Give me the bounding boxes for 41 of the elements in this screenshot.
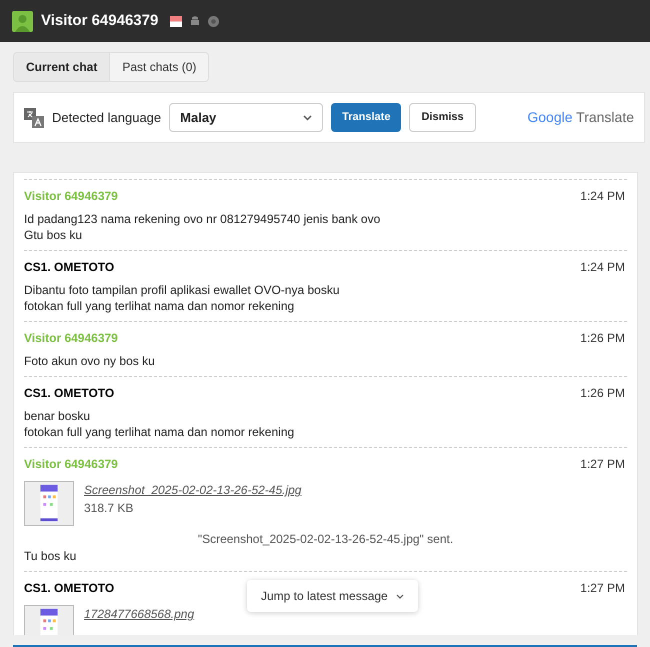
message-text: benar bosku [24,408,90,424]
browser-icon [208,16,220,26]
language-select[interactable]: Malay [169,103,324,132]
message-text: Foto akun ovo ny bos ku [24,353,155,369]
sender-name: Visitor 64946379 [24,456,118,473]
file-link[interactable]: Screenshot_2025-02-02-13-26-52-45.jpg [84,481,302,499]
chevron-down-icon [396,594,404,598]
sender-name: CS1. OMETOTO [24,259,114,276]
dismiss-button[interactable]: Dismiss [409,103,476,132]
file-size: 318.7 KB [84,500,134,517]
message-text: Gtu bos ku [24,227,82,243]
message-text: Id padang123 nama rekening ovo nr 081279495740 jenis bank ovo [24,211,380,227]
sender-name: Visitor 64946379 [24,330,118,347]
sender-name: CS1. OMETOTO [24,580,114,597]
tab[interactable]: Current chat [13,52,110,82]
translate-icon [24,108,44,128]
message-text: fotokan full yang terlihat nama dan nomor rekening [24,298,294,314]
sender-name: CS1. OMETOTO [24,385,114,402]
image-thumbnail-icon[interactable] [24,481,74,526]
jump-to-latest-button[interactable]: Jump to latest message [247,580,418,612]
android-icon [190,16,200,26]
google-translate-logo: Google Translate [527,108,634,127]
message-time: 1:27 PM [580,456,625,473]
file-sent-notice: "Screenshot_2025-02-02-13-26-52-45.jpg" sent. [198,532,454,546]
chevron-down-icon [303,114,312,120]
detected-language-label: Detected language [52,108,162,127]
file-link[interactable]: 1728477668568.png [84,605,194,623]
message-text: Tu bos ku [24,548,76,564]
message-time: 1:26 PM [580,385,625,402]
message-text: fotokan full yang terlihat nama dan nomor rekening [24,424,294,440]
translate-button[interactable]: Translate [331,103,402,132]
message-time: 1:24 PM [580,188,625,205]
sender-name: Visitor 64946379 [24,188,118,205]
avatar-icon [12,10,33,32]
flag-icon [170,16,182,26]
visitor-title: Visitor 64946379 [41,10,158,31]
message-text: Dibantu foto tampilan profil aplikasi ewallet OVO-nya bosku [24,282,340,298]
message-time: 1:26 PM [580,330,625,347]
message-time: 1:24 PM [580,259,625,276]
message-time: 1:27 PM [580,580,625,597]
tab[interactable]: Past chats (0) [110,52,210,82]
